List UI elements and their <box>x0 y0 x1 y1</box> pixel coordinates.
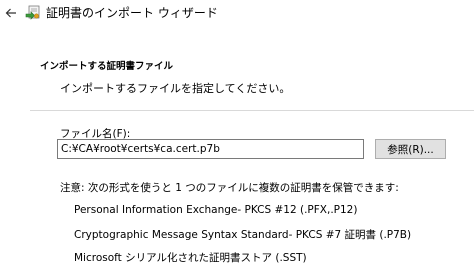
window-title: 証明書のインポート ウィザード <box>46 6 218 20</box>
format-item-sst: Microsoft シリアル化された証明書ストア (.SST) <box>74 252 307 264</box>
note-text: 注意: 次の形式を使うと 1 つのファイルに複数の証明書を保管できます: <box>60 182 399 194</box>
browse-button[interactable]: 参照(R)... <box>375 139 446 159</box>
back-button[interactable] <box>2 4 20 22</box>
format-item-pfx: Personal Information Exchange- PKCS #12 … <box>74 204 358 216</box>
format-item-p7b: Cryptographic Message Syntax Standard- P… <box>74 229 412 241</box>
page-description: インポートするファイルを指定してください。 <box>60 82 291 95</box>
title-bar: 証明書のインポート ウィザード <box>0 0 474 28</box>
file-name-input[interactable] <box>57 139 364 159</box>
page-heading: インポートする証明書ファイル <box>40 61 174 72</box>
back-arrow-icon <box>5 8 16 18</box>
certificate-wizard-icon <box>25 5 40 20</box>
header-divider <box>30 110 474 111</box>
